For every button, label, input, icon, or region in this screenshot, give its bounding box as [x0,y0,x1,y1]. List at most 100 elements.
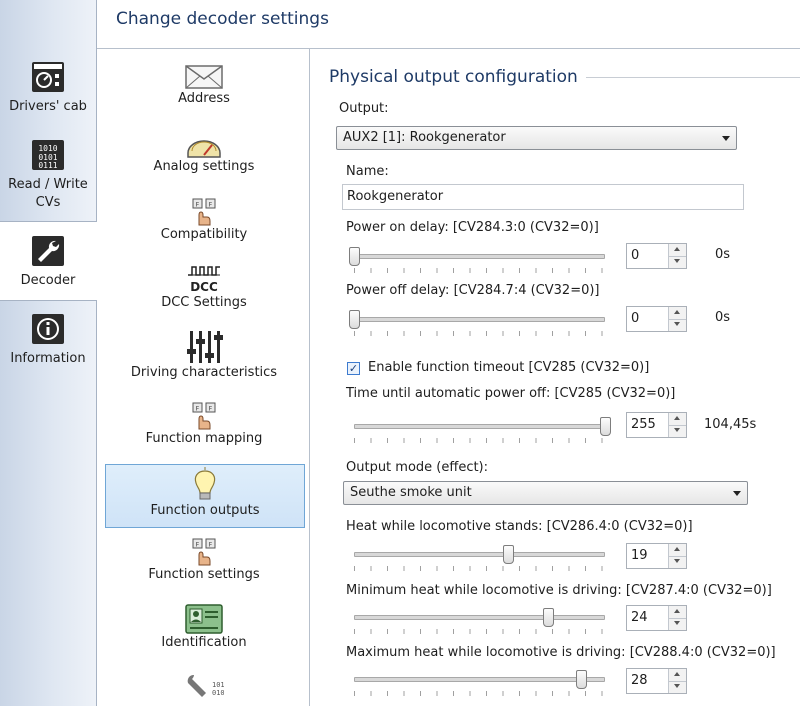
spinner-value: 0 [631,311,640,326]
spinner-down-button[interactable] [669,556,686,568]
power-on-delay-spinner[interactable]: 0 [626,243,687,269]
output-mode-select-value: Seuthe smoke unit [350,485,472,500]
heat-min-spinner[interactable]: 24 [626,605,687,631]
spinner-buttons [668,413,686,437]
output-label: Output: [339,101,389,116]
spinner-down-button[interactable] [669,681,686,693]
spinner-value: 24 [631,610,648,625]
svg-text:F: F [196,542,200,549]
slider-track [354,677,605,682]
svg-text:0111: 0111 [38,161,57,170]
rail-item-information[interactable]: Information [0,312,96,368]
auto-power-off-spinner[interactable]: 255 [626,412,687,438]
read-write-cvs-icon: 1010 0101 0111 [32,140,64,170]
function-keys-icon: F F [192,402,216,430]
slider-thumb[interactable] [502,545,514,564]
rail-item-decoder[interactable]: Decoder [0,234,96,290]
spinner-value: 19 [631,548,648,563]
category-function-settings[interactable]: F F Function settings [105,537,303,582]
spinner-down-button[interactable] [669,425,686,437]
function-timeout-label: Enable function timeout [CV285 (CV32=0)] [368,360,650,375]
category-dcc-settings[interactable]: DCC DCC Settings [105,265,303,310]
svg-text:F: F [209,406,213,413]
category-identification[interactable]: Identification [105,603,303,650]
heat-max-label: Maximum heat while locomotive is driving… [346,645,776,660]
power-on-delay-label: Power on delay: [CV284.3:0 (CV32=0)] [346,220,599,235]
slider-ticks [354,438,605,443]
spinner-buttons [668,544,686,568]
slider-thumb[interactable] [600,417,611,436]
category-label: Compatibility [160,227,248,242]
slider-ticks [354,691,605,696]
category-driving-characteristics[interactable]: Driving characteristics [105,329,303,380]
function-keys-icon: F F [192,198,216,226]
section-title: Physical output configuration [329,67,586,87]
slider-thumb[interactable] [349,310,360,329]
name-input[interactable]: Rookgenerator [342,184,744,210]
svg-text:F: F [196,202,200,209]
wrench-icon [32,236,64,266]
heat-max-spinner[interactable]: 28 [626,668,687,694]
rail-item-label: Information [10,351,86,366]
page-title: Change decoder settings [116,9,329,29]
slider-ticks [354,566,605,571]
auto-power-off-unit: 104,45s [704,417,757,432]
power-off-delay-spinner[interactable]: 0 [626,306,687,332]
slider-track [354,615,605,620]
spinner-down-button[interactable] [669,319,686,331]
slider-ticks [354,268,605,273]
wrench-binary-icon: 101 010 [187,674,224,697]
gauge-icon [187,140,221,158]
heat-min-slider[interactable] [354,607,605,634]
section-divider [580,77,800,78]
category-function-outputs[interactable]: Function outputs [105,464,305,528]
heat-stand-label: Heat while locomotive stands: [CV286.4:0… [346,519,693,534]
slider-track [354,424,605,429]
category-label: Address [178,91,230,106]
heat-min-label: Minimum heat while locomotive is driving… [346,583,772,598]
spinner-buttons [668,606,686,630]
category-address[interactable]: Address [105,63,303,106]
category-label: Function outputs [150,503,260,518]
svg-text:F: F [209,202,213,209]
heat-stand-spinner[interactable]: 19 [626,543,687,569]
slider-track [354,254,605,259]
output-mode-label: Output mode (effect): [346,460,489,475]
category-label: Function settings [148,567,260,582]
slider-thumb[interactable] [543,608,555,627]
function-keys-icon: F F [192,538,216,566]
slider-track [354,552,605,557]
heat-max-slider[interactable] [354,669,605,696]
rail-item-label: Read / Write CVs [8,177,88,210]
function-timeout-checkbox[interactable]: ✓ [347,362,360,375]
category-analog-settings[interactable]: Analog settings [105,135,303,174]
auto-power-off-slider[interactable] [354,416,611,443]
rail-item-read-write-cvs[interactable]: 1010 0101 0111 Read / Write CVs [0,138,96,212]
chevron-down-icon [722,136,730,141]
power-on-delay-slider[interactable] [349,246,605,273]
power-off-delay-slider[interactable] [349,309,605,336]
slider-thumb[interactable] [349,247,360,266]
envelope-icon [185,65,223,89]
page-header: Change decoder settings [97,0,800,49]
checkmark-icon: ✓ [348,362,359,375]
slider-ticks [354,331,605,336]
spinner-down-button[interactable] [669,256,686,268]
drivers-cab-icon [32,62,64,92]
category-compatibility[interactable]: F F Compatibility [105,197,303,242]
category-label: Function mapping [145,431,263,446]
heat-stand-slider[interactable] [354,544,605,571]
slider-thumb[interactable] [575,670,587,689]
rail-item-drivers-cab[interactable]: Drivers' cab [0,60,96,116]
lightbulb-icon [194,467,216,500]
id-card-icon [185,604,223,634]
spinner-down-button[interactable] [669,618,686,630]
main-navigation-rail: Drivers' cab 1010 0101 0111 Read / Write… [0,0,97,706]
category-function-mapping[interactable]: F F Function mapping [105,401,303,446]
dcc-icon: DCC [188,266,220,294]
output-mode-select[interactable]: Seuthe smoke unit [343,481,748,505]
output-select[interactable]: AUX2 [1]: Rookgenerator [336,126,737,150]
rail-item-label: Decoder [20,273,76,288]
power-on-delay-unit: 0s [715,247,731,262]
category-wrench-binary[interactable]: 101 010 [105,671,303,703]
